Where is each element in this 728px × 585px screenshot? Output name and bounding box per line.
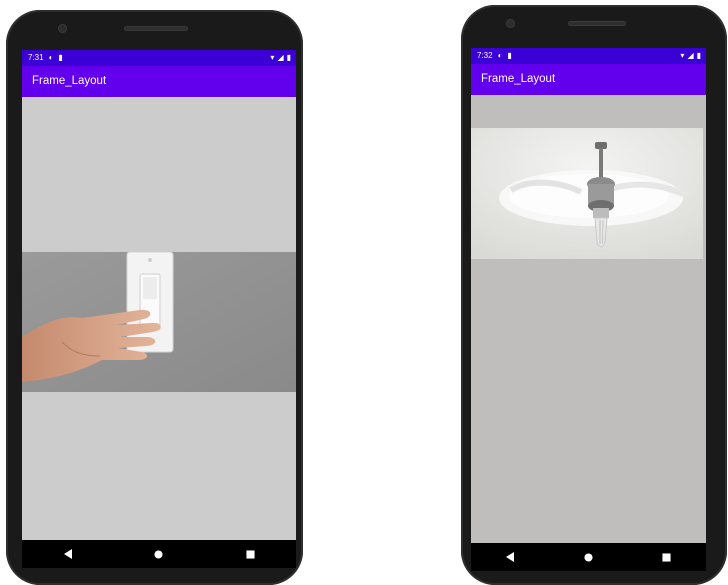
phone-left: 7:31 ◐ ▮ ▾ ◢ ▮ Frame_Layout: [6, 10, 303, 585]
light-switch-image[interactable]: [22, 252, 296, 392]
phone-screen-left: 7:31 ◐ ▮ ▾ ◢ ▮ Frame_Layout: [22, 50, 296, 568]
back-triangle-icon: [63, 549, 72, 559]
navigation-bar: [471, 543, 706, 571]
signal-icon: ◢: [687, 51, 694, 60]
home-circle-icon: [584, 552, 593, 562]
sync-icon: ◐: [497, 51, 503, 60]
app-title: Frame_Layout: [32, 75, 107, 87]
battery-icon: ▮: [696, 51, 701, 60]
status-time: 7:31: [28, 53, 44, 62]
wifi-icon: ▾: [270, 53, 275, 62]
recents-square-icon: [246, 549, 255, 559]
light-switch-illustration: [22, 252, 296, 392]
ceiling-fan-image[interactable]: [471, 128, 703, 259]
back-button[interactable]: [58, 544, 78, 564]
sd-card-icon: ▮: [58, 53, 63, 62]
home-button[interactable]: [149, 544, 169, 564]
app-bar: Frame_Layout: [471, 64, 706, 95]
earpiece-speaker: [568, 21, 626, 26]
recents-button[interactable]: [240, 544, 260, 564]
wifi-icon: ▾: [680, 51, 685, 60]
home-circle-icon: [154, 549, 164, 559]
recents-square-icon: [662, 552, 671, 562]
front-camera: [58, 24, 67, 33]
back-triangle-icon: [506, 552, 515, 562]
status-bar: 7:32 ◐ ▮ ▾ ◢ ▮: [471, 48, 706, 64]
status-time: 7:32: [477, 51, 493, 60]
front-camera: [506, 19, 515, 28]
earpiece-speaker: [124, 26, 188, 31]
sd-card-icon: ▮: [507, 51, 512, 60]
status-bar: 7:31 ◐ ▮ ▾ ◢ ▮: [22, 50, 296, 66]
ceiling-fan-illustration: [471, 128, 703, 259]
app-bar: Frame_Layout: [22, 66, 296, 97]
signal-icon: ◢: [277, 53, 284, 62]
home-button[interactable]: [578, 547, 598, 567]
frame-layout-content: [22, 97, 296, 540]
battery-icon: ▮: [286, 53, 291, 62]
navigation-bar: [22, 540, 296, 568]
phone-right: 7:32 ◐ ▮ ▾ ◢ ▮ Frame_Layout: [461, 5, 727, 585]
frame-layout-content: [471, 95, 706, 543]
app-title: Frame_Layout: [481, 73, 556, 85]
recents-button[interactable]: [657, 547, 677, 567]
phone-screen-right: 7:32 ◐ ▮ ▾ ◢ ▮ Frame_Layout: [471, 48, 706, 571]
back-button[interactable]: [500, 547, 520, 567]
sync-icon: ◐: [48, 53, 54, 62]
